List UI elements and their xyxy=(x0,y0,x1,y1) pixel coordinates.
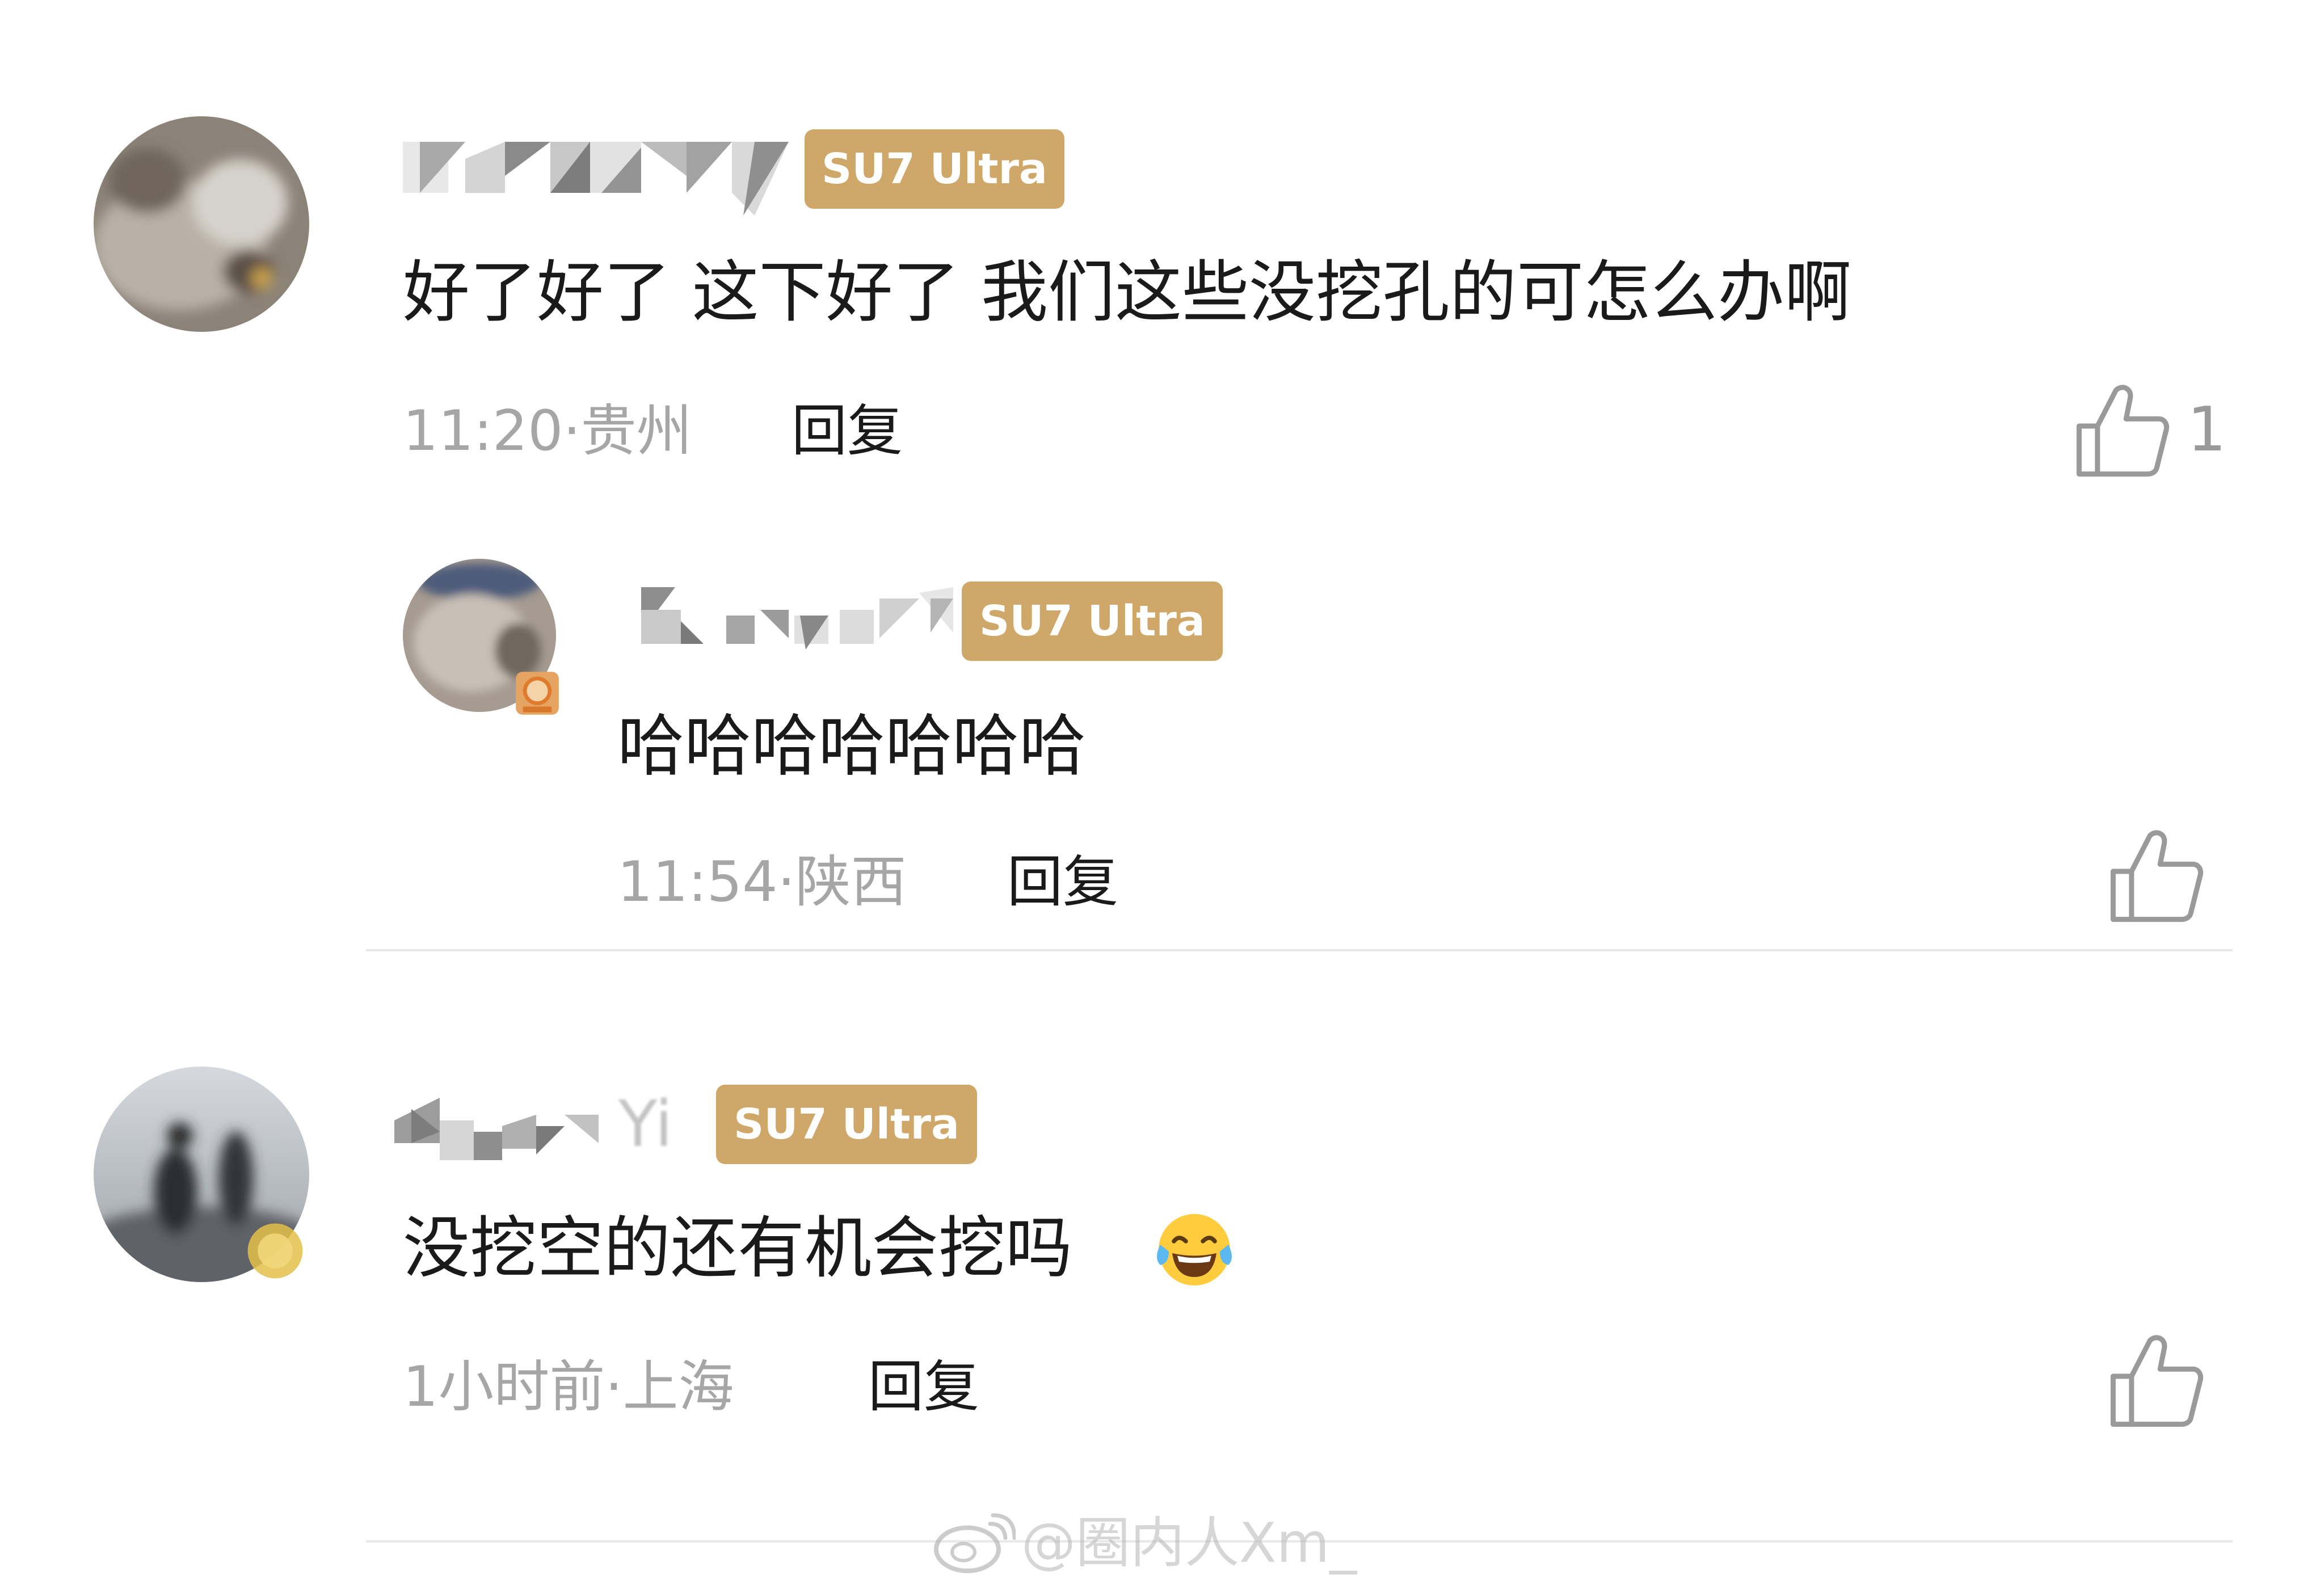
comment-location: 陕西 xyxy=(795,850,907,914)
thumbs-up-icon xyxy=(2110,830,2203,922)
comment-location: 上海 xyxy=(622,1355,734,1419)
reply-button[interactable]: 回复 xyxy=(868,1350,979,1424)
comment-text: 没挖空的还有机会挖吗 xyxy=(403,1206,1072,1291)
reply-button[interactable]: 回复 xyxy=(791,394,903,468)
comment-text: 好了好了 这下好了 我们这些没挖孔的可怎么办啊 xyxy=(403,253,1852,331)
meta-separator: · xyxy=(777,850,795,914)
comment-text-content: 没挖空的还有机会挖吗 xyxy=(403,1209,1073,1287)
comment-location: 贵州 xyxy=(580,399,692,463)
like-button[interactable] xyxy=(2105,1330,2207,1432)
watermark-text: @圈内人Xm_ xyxy=(1021,1511,1357,1575)
like-button[interactable] xyxy=(2105,825,2207,928)
comment-time: 11:20 xyxy=(403,399,563,463)
medal-badge-icon xyxy=(244,1220,306,1282)
username-text: Yi xyxy=(618,1088,673,1161)
comment-meta: 11:20·贵州 xyxy=(403,394,692,468)
comment-meta: 11:54·陕西 xyxy=(617,845,907,919)
pixelated-name xyxy=(641,587,953,650)
reply-button[interactable]: 回复 xyxy=(1007,845,1118,919)
thumbs-up-icon xyxy=(2110,1335,2203,1427)
comment-time: 1小时前 xyxy=(403,1355,605,1419)
pixelated-name xyxy=(403,142,789,216)
su7-ultra-tag[interactable]: SU7 Ultra xyxy=(962,581,1223,661)
su7-ultra-tag[interactable]: SU7 Ultra xyxy=(805,129,1064,209)
username-blurred[interactable]: Yi xyxy=(394,1081,701,1166)
medal-badge-icon xyxy=(513,669,561,717)
username-blurred[interactable] xyxy=(613,576,976,661)
comment-time: 11:54 xyxy=(617,850,778,914)
cat-avatar-icon xyxy=(94,116,309,332)
comment-text: 哈哈哈哈哈哈哈 xyxy=(617,707,1087,785)
meta-separator: · xyxy=(563,399,581,463)
like-count: 1 xyxy=(2187,394,2226,465)
thumbs-up-icon xyxy=(2076,385,2169,477)
divider xyxy=(366,949,2233,951)
comment-meta: 1小时前·上海 xyxy=(403,1350,734,1424)
tears-of-joy-emoji-icon xyxy=(1152,1207,1237,1292)
su7-ultra-tag[interactable]: SU7 Ultra xyxy=(716,1085,977,1164)
username-blurred[interactable] xyxy=(403,130,789,216)
weibo-icon xyxy=(934,1513,1016,1573)
user-avatar[interactable] xyxy=(94,116,309,332)
meta-separator: · xyxy=(605,1355,623,1419)
like-button[interactable] xyxy=(2071,380,2173,482)
